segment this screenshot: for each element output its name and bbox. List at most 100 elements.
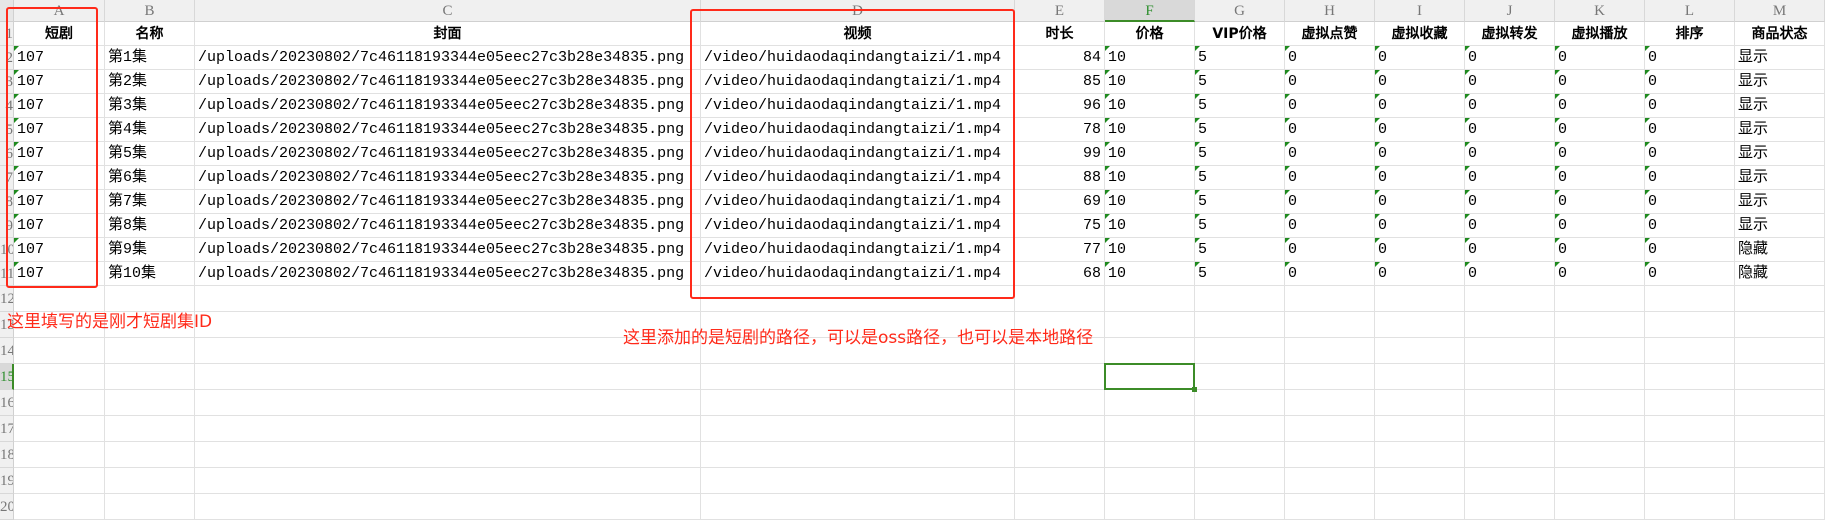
cell-k19[interactable] — [1555, 468, 1645, 494]
cell-m4[interactable]: 显示 — [1735, 94, 1825, 118]
cell-f16[interactable] — [1105, 390, 1195, 416]
cell-g15[interactable] — [1195, 364, 1285, 390]
cell-a9[interactable]: 107 — [14, 214, 105, 238]
cell-a11[interactable]: 107 — [14, 262, 105, 286]
row-header-19[interactable]: 19 — [0, 468, 14, 494]
cell-a14[interactable] — [14, 338, 105, 364]
cell-h19[interactable] — [1285, 468, 1375, 494]
selected-cell-f15[interactable] — [1104, 363, 1197, 392]
cell-b8[interactable]: 第7集 — [105, 190, 195, 214]
cell-l3[interactable]: 0 — [1645, 70, 1735, 94]
cell-k3[interactable]: 0 — [1555, 70, 1645, 94]
cell-f13[interactable] — [1105, 312, 1195, 338]
cell-b7[interactable]: 第6集 — [105, 166, 195, 190]
column-header-i[interactable]: I — [1375, 0, 1465, 22]
cell-g8[interactable]: 5 — [1195, 190, 1285, 214]
cell-m7[interactable]: 显示 — [1735, 166, 1825, 190]
row-header-1[interactable]: 1 — [0, 22, 14, 46]
cell-c17[interactable] — [195, 416, 701, 442]
cell-k20[interactable] — [1555, 494, 1645, 520]
cell-h8[interactable]: 0 — [1285, 190, 1375, 214]
cell-e7[interactable]: 88 — [1015, 166, 1105, 190]
cell-l20[interactable] — [1645, 494, 1735, 520]
column-header-l[interactable]: L — [1645, 0, 1735, 22]
cell-j13[interactable] — [1465, 312, 1555, 338]
cell-a19[interactable] — [14, 468, 105, 494]
cell-b5[interactable]: 第4集 — [105, 118, 195, 142]
column-header-b[interactable]: B — [105, 0, 195, 22]
cell-f4[interactable]: 10 — [1105, 94, 1195, 118]
cell-j11[interactable]: 0 — [1465, 262, 1555, 286]
cell-g3[interactable]: 5 — [1195, 70, 1285, 94]
cell-e16[interactable] — [1015, 390, 1105, 416]
cell-m19[interactable] — [1735, 468, 1825, 494]
cell-f12[interactable] — [1105, 286, 1195, 312]
cell-c3[interactable]: /uploads/20230802/7c46118193344e05eec27c… — [195, 70, 701, 94]
cell-d20[interactable] — [701, 494, 1015, 520]
cell-j10[interactable]: 0 — [1465, 238, 1555, 262]
cell-i19[interactable] — [1375, 468, 1465, 494]
cell-g19[interactable] — [1195, 468, 1285, 494]
cell-f8[interactable]: 10 — [1105, 190, 1195, 214]
cell-i18[interactable] — [1375, 442, 1465, 468]
cell-l12[interactable] — [1645, 286, 1735, 312]
cell-d2[interactable]: /video/huidaodaqindangtaizi/1.mp4 — [701, 46, 1015, 70]
cell-a17[interactable] — [14, 416, 105, 442]
cell-j14[interactable] — [1465, 338, 1555, 364]
cell-m14[interactable] — [1735, 338, 1825, 364]
cell-m8[interactable]: 显示 — [1735, 190, 1825, 214]
cell-e12[interactable] — [1015, 286, 1105, 312]
cell-k16[interactable] — [1555, 390, 1645, 416]
cell-c15[interactable] — [195, 364, 701, 390]
cell-i15[interactable] — [1375, 364, 1465, 390]
cell-h17[interactable] — [1285, 416, 1375, 442]
row-header-18[interactable]: 18 — [0, 442, 14, 468]
cell-a20[interactable] — [14, 494, 105, 520]
cell-j18[interactable] — [1465, 442, 1555, 468]
column-header-a[interactable]: A — [14, 0, 105, 22]
cell-d7[interactable]: /video/huidaodaqindangtaizi/1.mp4 — [701, 166, 1015, 190]
cell-c5[interactable]: /uploads/20230802/7c46118193344e05eec27c… — [195, 118, 701, 142]
cell-b17[interactable] — [105, 416, 195, 442]
cell-e19[interactable] — [1015, 468, 1105, 494]
cell-d19[interactable] — [701, 468, 1015, 494]
row-header-11[interactable]: 11 — [0, 262, 14, 286]
cell-i10[interactable]: 0 — [1375, 238, 1465, 262]
cell-h7[interactable]: 0 — [1285, 166, 1375, 190]
cell-k12[interactable] — [1555, 286, 1645, 312]
cell-g11[interactable]: 5 — [1195, 262, 1285, 286]
cell-g7[interactable]: 5 — [1195, 166, 1285, 190]
cell-d5[interactable]: /video/huidaodaqindangtaizi/1.mp4 — [701, 118, 1015, 142]
cell-l4[interactable]: 0 — [1645, 94, 1735, 118]
cell-e3[interactable]: 85 — [1015, 70, 1105, 94]
cell-i6[interactable]: 0 — [1375, 142, 1465, 166]
cell-b10[interactable]: 第9集 — [105, 238, 195, 262]
cell-m10[interactable]: 隐藏 — [1735, 238, 1825, 262]
cell-h6[interactable]: 0 — [1285, 142, 1375, 166]
cell-k14[interactable] — [1555, 338, 1645, 364]
cell-f5[interactable]: 10 — [1105, 118, 1195, 142]
cell-m3[interactable]: 显示 — [1735, 70, 1825, 94]
cell-i14[interactable] — [1375, 338, 1465, 364]
cell-l14[interactable] — [1645, 338, 1735, 364]
cell-l5[interactable]: 0 — [1645, 118, 1735, 142]
cell-j2[interactable]: 0 — [1465, 46, 1555, 70]
cell-g12[interactable] — [1195, 286, 1285, 312]
cell-b4[interactable]: 第3集 — [105, 94, 195, 118]
cell-g20[interactable] — [1195, 494, 1285, 520]
row-header-6[interactable]: 6 — [0, 142, 14, 166]
cell-j6[interactable]: 0 — [1465, 142, 1555, 166]
cell-g10[interactable]: 5 — [1195, 238, 1285, 262]
cell-c7[interactable]: /uploads/20230802/7c46118193344e05eec27c… — [195, 166, 701, 190]
row-header-4[interactable]: 4 — [0, 94, 14, 118]
cell-f3[interactable]: 10 — [1105, 70, 1195, 94]
cell-m9[interactable]: 显示 — [1735, 214, 1825, 238]
cell-k2[interactable]: 0 — [1555, 46, 1645, 70]
cell-h13[interactable] — [1285, 312, 1375, 338]
row-header-3[interactable]: 3 — [0, 70, 14, 94]
cell-k6[interactable]: 0 — [1555, 142, 1645, 166]
cell-i7[interactable]: 0 — [1375, 166, 1465, 190]
header-cell-g[interactable]: VIP价格 — [1195, 22, 1285, 46]
cell-f11[interactable]: 10 — [1105, 262, 1195, 286]
cell-m6[interactable]: 显示 — [1735, 142, 1825, 166]
